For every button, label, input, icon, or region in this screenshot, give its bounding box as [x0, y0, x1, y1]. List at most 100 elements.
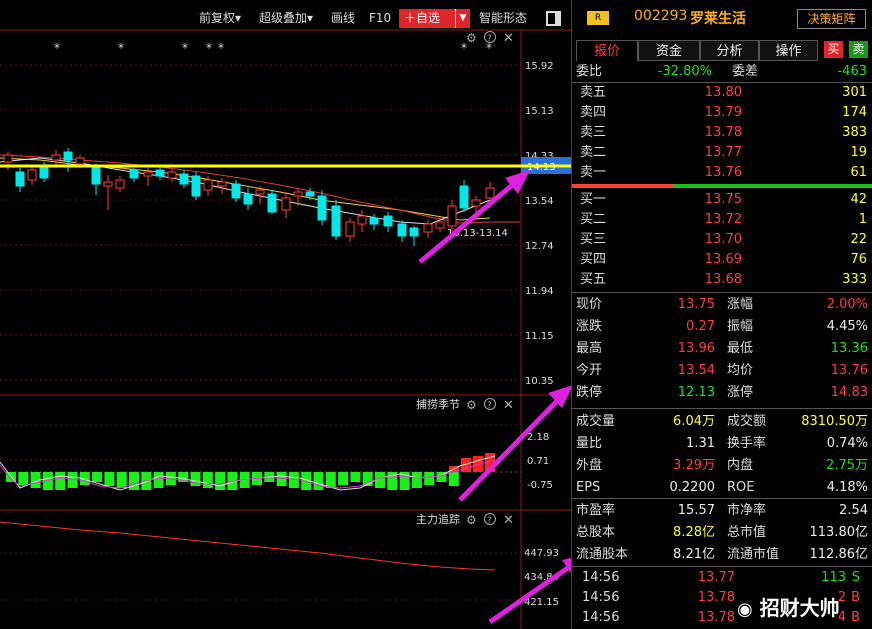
bid-row[interactable]: 买四 13.69 76	[572, 249, 872, 271]
quote-row: 最高 13.96 最低 13.36	[572, 338, 872, 360]
candle-body	[423, 223, 433, 233]
candle-body	[27, 169, 37, 181]
event-star-icon[interactable]: *	[182, 41, 188, 55]
ask-row[interactable]: 卖四 13.79 174	[572, 102, 872, 124]
indicator-bar	[18, 472, 29, 485]
stats-label: 换手率	[727, 436, 767, 451]
candle-body	[217, 181, 227, 187]
stats-label: EPS	[576, 480, 601, 495]
indicator1-title: 捕捞季节	[416, 397, 460, 411]
candle-body	[179, 173, 189, 185]
stats-label: 成交量	[576, 414, 616, 429]
bid-row[interactable]: 买二 13.72 1	[572, 209, 872, 231]
stats-value: 0.74%	[826, 436, 868, 451]
ask-row[interactable]: 卖一 13.76 61	[572, 162, 872, 184]
bid-price: 13.72	[704, 212, 742, 227]
svg-text:?: ?	[487, 401, 492, 411]
kline-chart[interactable]: 15.92 15.13 14.33 13.54 12.74 11.94 11.1…	[0, 0, 571, 629]
candle-body	[305, 191, 315, 197]
decision-matrix-button[interactable]: 决策矩阵	[797, 9, 866, 29]
quote-value: 12.13	[677, 385, 715, 400]
ask-price: 13.77	[704, 145, 742, 160]
candle-body	[293, 191, 303, 197]
candle-body	[471, 199, 481, 207]
quote-label: 现价	[576, 297, 603, 312]
ask-row[interactable]: 卖五 13.80 301	[572, 82, 872, 104]
bid-row[interactable]: 买三 13.70 22	[572, 229, 872, 251]
event-star-icon[interactable]: *	[206, 41, 212, 55]
ask-price: 13.79	[704, 105, 742, 120]
ask-volume: 383	[842, 125, 867, 140]
quote-row: 跌停 12.13 涨停 14.83	[572, 382, 872, 404]
quote-label: 涨跌	[576, 319, 603, 334]
trading-terminal: 前复权▾ 超级叠加▾ 画线 F10 ＋自选 ▼ 智能形态 15.92 15.13…	[0, 0, 872, 629]
candle-body	[63, 151, 73, 161]
indicator2-tick: 447.93	[524, 548, 559, 559]
settings-icon[interactable]: ⚙	[466, 31, 477, 45]
candle-body	[143, 171, 153, 177]
stats-row: 量比 1.31 换手率 0.74%	[572, 433, 872, 455]
close-icon[interactable]: ✕	[503, 398, 514, 413]
stock-name: 罗莱生活	[690, 11, 746, 27]
order-diff-label: 委差	[732, 64, 759, 79]
settings-icon[interactable]: ⚙	[466, 513, 477, 527]
order-ratio-row: 委比 -32.80% 委差 -463	[572, 61, 872, 83]
ask-row[interactable]: 卖三 13.78 383	[572, 122, 872, 144]
candle-body	[39, 167, 49, 179]
candle-body	[435, 221, 445, 229]
panel-tabs: 报价 资金 分析 操作 买 卖	[572, 40, 872, 62]
quote-value: 13.54	[677, 363, 715, 378]
ask-row[interactable]: 卖二 13.77 19	[572, 142, 872, 164]
tick-price: 13.77	[697, 570, 735, 585]
quote-label: 涨停	[727, 385, 754, 400]
quote-value: 13.96	[677, 341, 715, 356]
event-star-icon[interactable]: *	[54, 41, 60, 55]
bid-price: 13.69	[704, 252, 742, 267]
bid-row[interactable]: 买一 13.75 42	[572, 189, 872, 211]
tab-quote[interactable]: 报价	[576, 40, 638, 61]
quote-label: 涨幅	[727, 297, 754, 312]
fundamentals-label: 总股本	[576, 525, 616, 540]
bid-row[interactable]: 买五 13.68 333	[572, 269, 872, 291]
ask-power-bar	[572, 184, 674, 188]
fundamentals-label: 市盈率	[576, 503, 616, 518]
candle-body	[91, 167, 101, 185]
candle-body	[485, 187, 495, 199]
indicator1-tick: 2.18	[527, 432, 549, 443]
fundamentals-row: 总股本 8.28亿 总市值 113.80亿	[572, 522, 872, 544]
quote-label: 振幅	[727, 319, 754, 334]
tab-funds[interactable]: 资金	[638, 40, 700, 61]
bid-label: 买四	[580, 252, 607, 267]
tick-side: B	[851, 610, 860, 625]
event-star-icon[interactable]: *	[118, 41, 124, 55]
bid-label: 买五	[580, 272, 607, 287]
candle-body	[409, 227, 419, 237]
price-tick: 15.13	[525, 106, 554, 117]
tab-operation[interactable]: 操作	[759, 40, 818, 61]
ask-label: 卖二	[580, 145, 607, 160]
quote-value: 14.83	[830, 385, 868, 400]
tab-analysis[interactable]: 分析	[700, 40, 759, 61]
close-icon[interactable]: ✕	[503, 513, 514, 528]
price-tick: 11.94	[525, 286, 554, 297]
quote-value: 13.76	[830, 363, 868, 378]
stats-row: 成交量 6.04万 成交额 8310.50万	[572, 411, 872, 433]
bid-volume: 333	[842, 272, 867, 287]
indicator-bar	[104, 472, 115, 486]
candle-body	[75, 157, 85, 165]
weibo-icon: ◉	[737, 599, 753, 620]
sell-button[interactable]: 卖	[849, 41, 868, 58]
indicator-bar	[448, 472, 459, 486]
event-star-icon[interactable]: *	[218, 41, 224, 55]
settings-icon[interactable]: ⚙	[466, 398, 477, 412]
stats-value: 6.04万	[673, 414, 715, 429]
tick-side: S	[851, 570, 860, 585]
candle-body	[155, 169, 165, 177]
fundamentals-label: 流通市值	[727, 547, 780, 562]
buy-button[interactable]: 买	[824, 41, 843, 58]
close-icon[interactable]: ✕	[503, 31, 514, 46]
bid-label: 买二	[580, 212, 607, 227]
tick-time: 14:56	[582, 610, 620, 625]
ask-volume: 61	[850, 165, 867, 180]
indicator1-tick: 0.71	[527, 456, 549, 467]
